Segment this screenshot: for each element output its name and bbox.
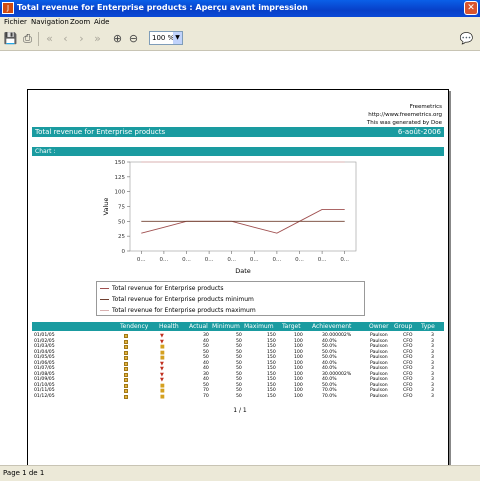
x-tick-label: 0... (273, 257, 282, 263)
col-maximum: Maximum (244, 323, 274, 330)
y-axis-label: Value (102, 198, 110, 216)
cell-owner: Paulson (370, 393, 388, 399)
legend-swatch (100, 299, 109, 300)
line-chart: 0 25 50 75 100 125 150 0... 0... 0... 0... 0... 0...… (102, 160, 357, 275)
window-title: Total revenue for Enterprise products : … (17, 3, 308, 12)
menu-aide[interactable]: Aide (94, 17, 109, 28)
status-bar: Page 1 de 1 (0, 465, 480, 481)
tendency-icon (124, 394, 128, 399)
report-date: 6-août-2006 (397, 128, 441, 136)
col-target: Target (282, 323, 301, 330)
zoom-select[interactable]: 100 % ▼ (149, 31, 183, 45)
tendency-icon (124, 361, 128, 366)
legend-item: Total revenue for Enterprise products mi… (100, 296, 254, 303)
x-tick-label: 0... (182, 257, 191, 263)
col-health: Health (159, 323, 179, 330)
chevron-down-icon[interactable]: ▼ (173, 32, 182, 44)
col-group: Group (394, 323, 413, 330)
tendency-icon (124, 345, 128, 349)
x-axis-label: Date (235, 267, 251, 275)
tendency-icon (124, 383, 128, 388)
x-tick-label: 0... (340, 257, 349, 263)
report-url: http://www.freemetrics.org (368, 112, 442, 118)
chart-section-band: Chart : (32, 147, 444, 156)
legend-label: Total revenue for Enterprise products mi… (112, 296, 254, 303)
x-tick-label: 0... (295, 257, 304, 263)
print-icon[interactable]: ⎙ (20, 31, 35, 46)
tendency-icon (124, 334, 128, 338)
last-page-icon[interactable]: » (90, 31, 105, 46)
cell-group: CFO (403, 393, 413, 399)
menu-navigation[interactable]: Navigation (31, 17, 69, 28)
report-brand: Freemetrics (409, 104, 442, 110)
close-icon[interactable]: ✕ (464, 1, 478, 15)
col-type: Type (421, 323, 435, 330)
first-page-icon[interactable]: « (42, 31, 57, 46)
y-tick-label: 25 (118, 234, 125, 240)
cell-type: 3 (431, 393, 434, 399)
tendency-icon (124, 356, 128, 360)
app-icon: J (2, 2, 14, 14)
cell-achievement: 70.0% (322, 393, 337, 399)
plot-area (129, 161, 357, 252)
x-tick-label: 0... (137, 257, 146, 263)
x-tick-label: 0... (318, 257, 327, 263)
menu-zoom[interactable]: Zoom (70, 17, 90, 28)
chart-section-label: Chart : (35, 148, 56, 155)
x-tick-label: 0... (160, 257, 169, 263)
cell-date: 01/12/05 (34, 393, 55, 399)
col-owner: Owner (369, 323, 389, 330)
status-text: Page 1 de 1 (3, 469, 45, 477)
col-achievement: Achievement (312, 323, 352, 330)
legend-item: Total revenue for Enterprise products (100, 285, 224, 292)
tendency-icon (124, 378, 128, 382)
toolbar: 💾 ⎙ « ‹ › » ⊕ ⊖ 💬 (0, 28, 480, 51)
tendency-icon (124, 339, 128, 344)
y-tick-label: 50 (118, 219, 125, 225)
toolbar-separator (38, 32, 39, 46)
legend-swatch (100, 288, 109, 289)
y-tick-label: 0 (122, 249, 126, 255)
menu-bar: Fichier Navigation Zoom Aide (0, 17, 480, 28)
y-tick-label: 75 (118, 205, 125, 211)
chart-legend: Total revenue for Enterprise products To… (96, 281, 365, 316)
tendency-icon (124, 350, 128, 355)
next-page-icon[interactable]: › (74, 31, 89, 46)
tendency-icon (124, 389, 128, 393)
table-row: 01/12/05 ■ 70 50 150 100 70.0% Paulson CFO 3 (32, 394, 444, 400)
previous-page-icon[interactable]: ‹ (58, 31, 73, 46)
y-tick-label: 125 (115, 175, 126, 181)
report-generated-by: This was generated by Doe (366, 120, 442, 126)
cell-maximum: 150 (267, 393, 276, 399)
x-tick-label: 0... (250, 257, 259, 263)
window-titlebar: J Total revenue for Enterprise products … (0, 0, 480, 17)
report-title-band: Total revenue for Enterprise products 6-… (32, 127, 444, 137)
legend-swatch (100, 310, 109, 311)
zoom-out-icon[interactable]: ⊖ (126, 31, 141, 46)
legend-label: Total revenue for Enterprise products (112, 285, 224, 292)
legend-label: Total revenue for Enterprise products ma… (112, 307, 256, 314)
col-tendency: Tendency (120, 323, 149, 330)
menu-fichier[interactable]: Fichier (4, 17, 27, 28)
health-icon: ■ (160, 393, 165, 400)
col-minimum: Minimum (212, 323, 240, 330)
cell-target: 100 (294, 393, 303, 399)
y-tick-label: 150 (115, 160, 126, 166)
page-indicator: 1 / 1 (233, 407, 247, 414)
x-tick-label: 0... (227, 257, 236, 263)
zoom-value: 100 % (152, 34, 175, 42)
comment-icon[interactable]: 💬 (459, 31, 474, 46)
cell-minimum: 50 (236, 393, 242, 399)
legend-item: Total revenue for Enterprise products ma… (100, 307, 256, 314)
save-icon[interactable]: 💾 (3, 31, 18, 46)
tendency-icon (124, 367, 128, 371)
report-title: Total revenue for Enterprise products (35, 128, 166, 136)
x-tick-label: 0... (205, 257, 214, 263)
tendency-icon (124, 372, 128, 377)
cell-actual: 70 (203, 393, 209, 399)
col-actual: Actual (189, 323, 208, 330)
table-header: Tendency Health Actual Minimum Maximum T… (32, 322, 444, 331)
y-tick-label: 100 (115, 190, 126, 196)
zoom-in-icon[interactable]: ⊕ (110, 31, 125, 46)
